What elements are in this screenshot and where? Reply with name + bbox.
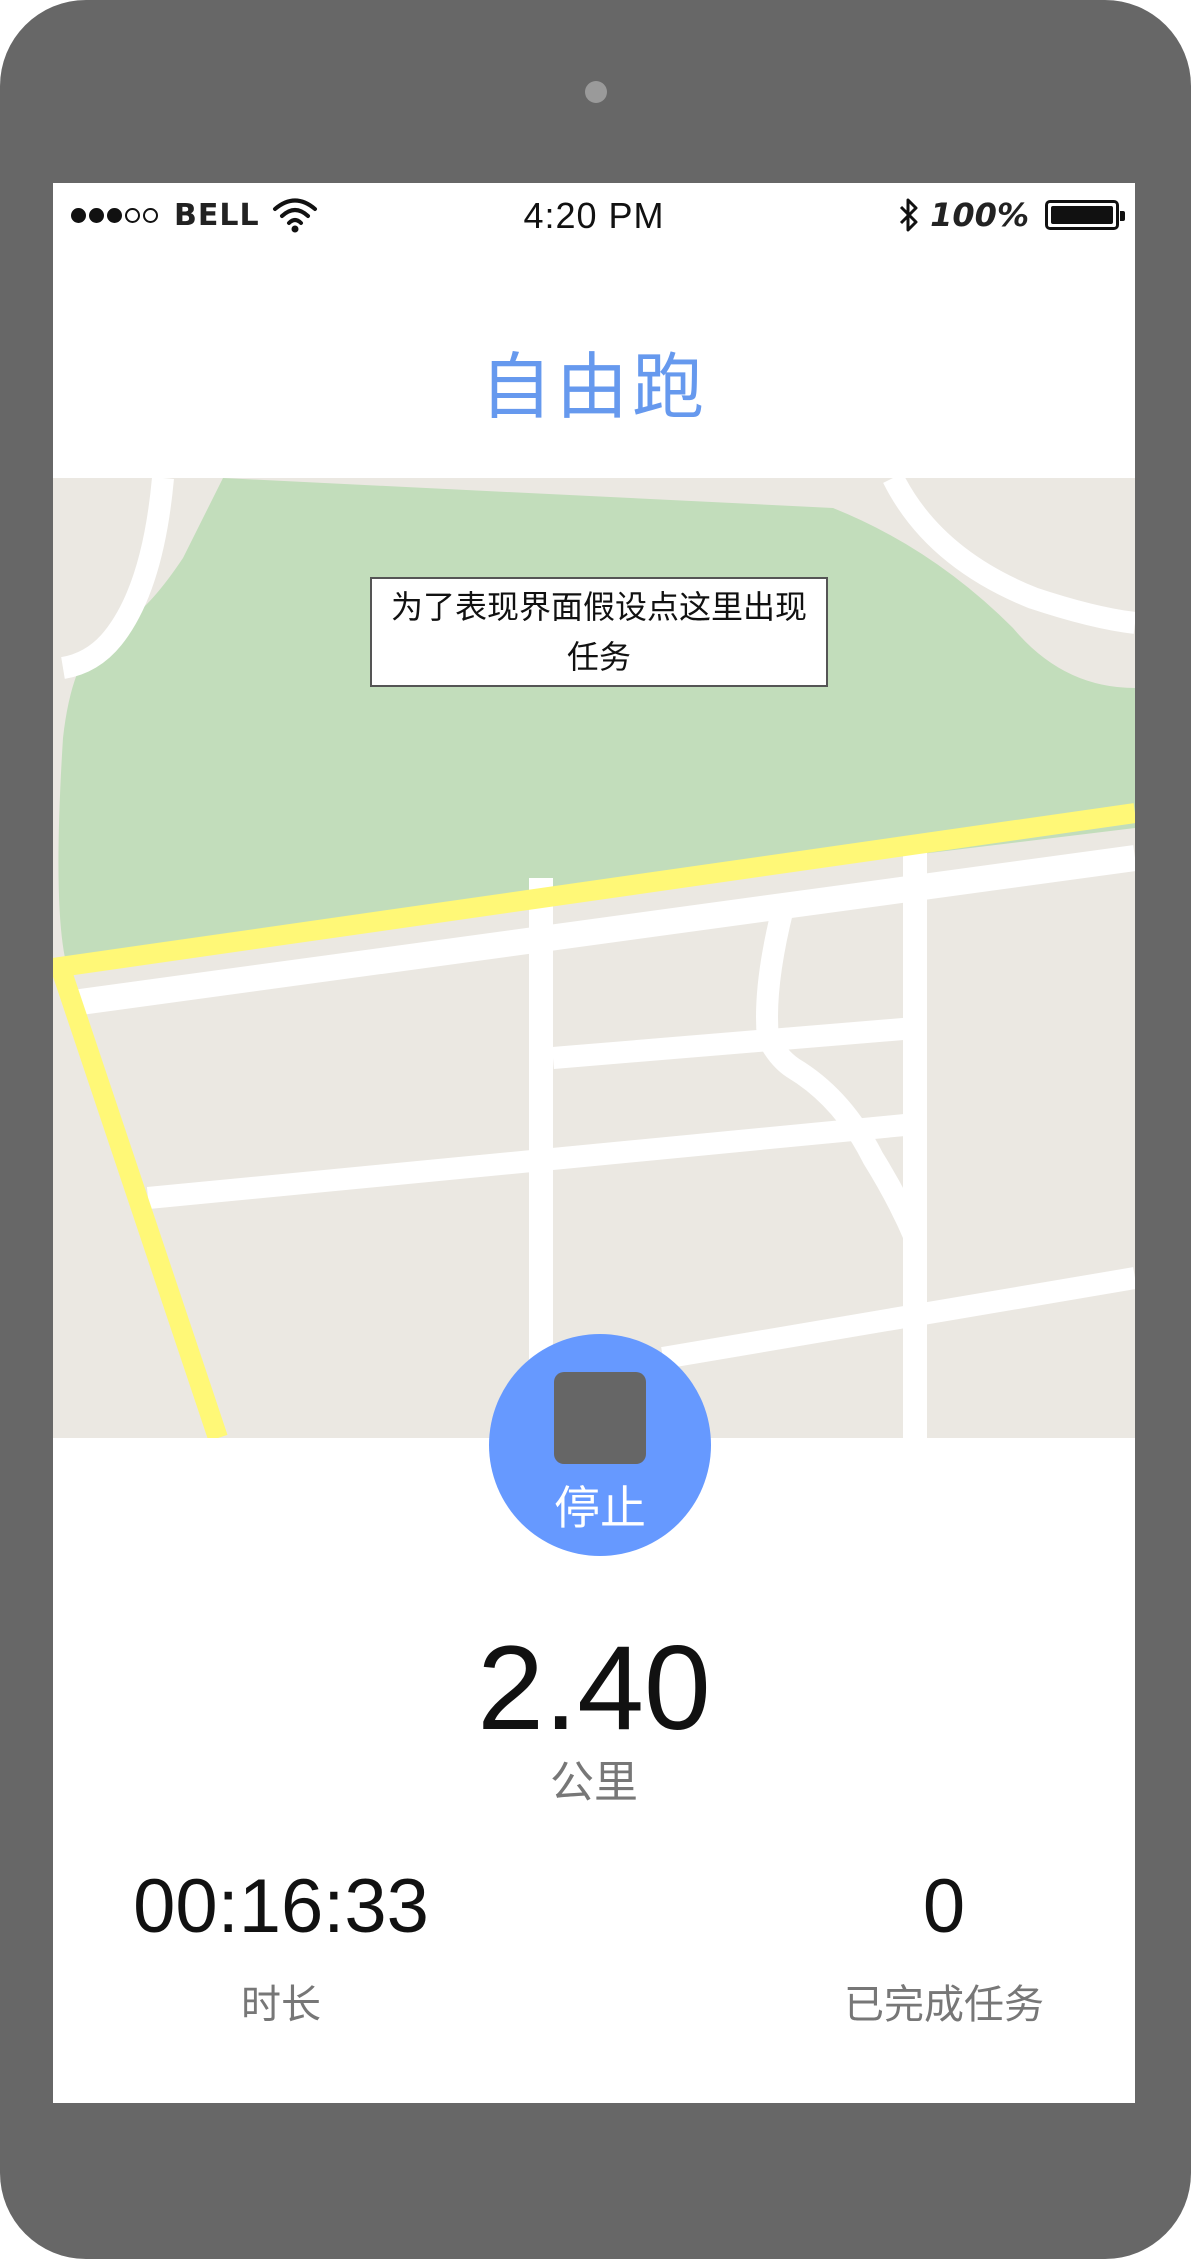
battery-icon — [1045, 200, 1125, 230]
camera-dot — [585, 81, 607, 103]
bluetooth-icon — [900, 198, 918, 232]
stop-button[interactable]: 停止 — [489, 1334, 711, 1556]
duration-label: 时长 — [241, 1982, 321, 2028]
tasks-completed-label: 已完成任务 — [844, 1982, 1044, 2028]
duration-value: 00:16:33 — [133, 1864, 429, 1949]
stop-icon — [554, 1372, 646, 1464]
status-right: 100% — [898, 195, 1125, 235]
page-title: 自由跑 — [479, 345, 708, 429]
distance-unit: 公里 — [550, 1757, 638, 1808]
distance-value: 2.40 — [477, 1621, 711, 1755]
app-screen: BELL 4:20 PM 100% 自由跑 为了表现界面假设点这里出现任务 停止… — [53, 183, 1135, 2103]
status-bar: BELL 4:20 PM 100% — [53, 183, 1135, 243]
phone-frame: BELL 4:20 PM 100% 自由跑 为了表现界面假设点这里出现任务 停止… — [0, 0, 1191, 2259]
stop-label: 停止 — [554, 1481, 646, 1535]
task-popup[interactable]: 为了表现界面假设点这里出现任务 — [370, 577, 828, 687]
map-view[interactable]: 为了表现界面假设点这里出现任务 — [53, 478, 1135, 1438]
battery-percent: 100% — [930, 196, 1029, 234]
tasks-completed-value: 0 — [922, 1864, 966, 1949]
